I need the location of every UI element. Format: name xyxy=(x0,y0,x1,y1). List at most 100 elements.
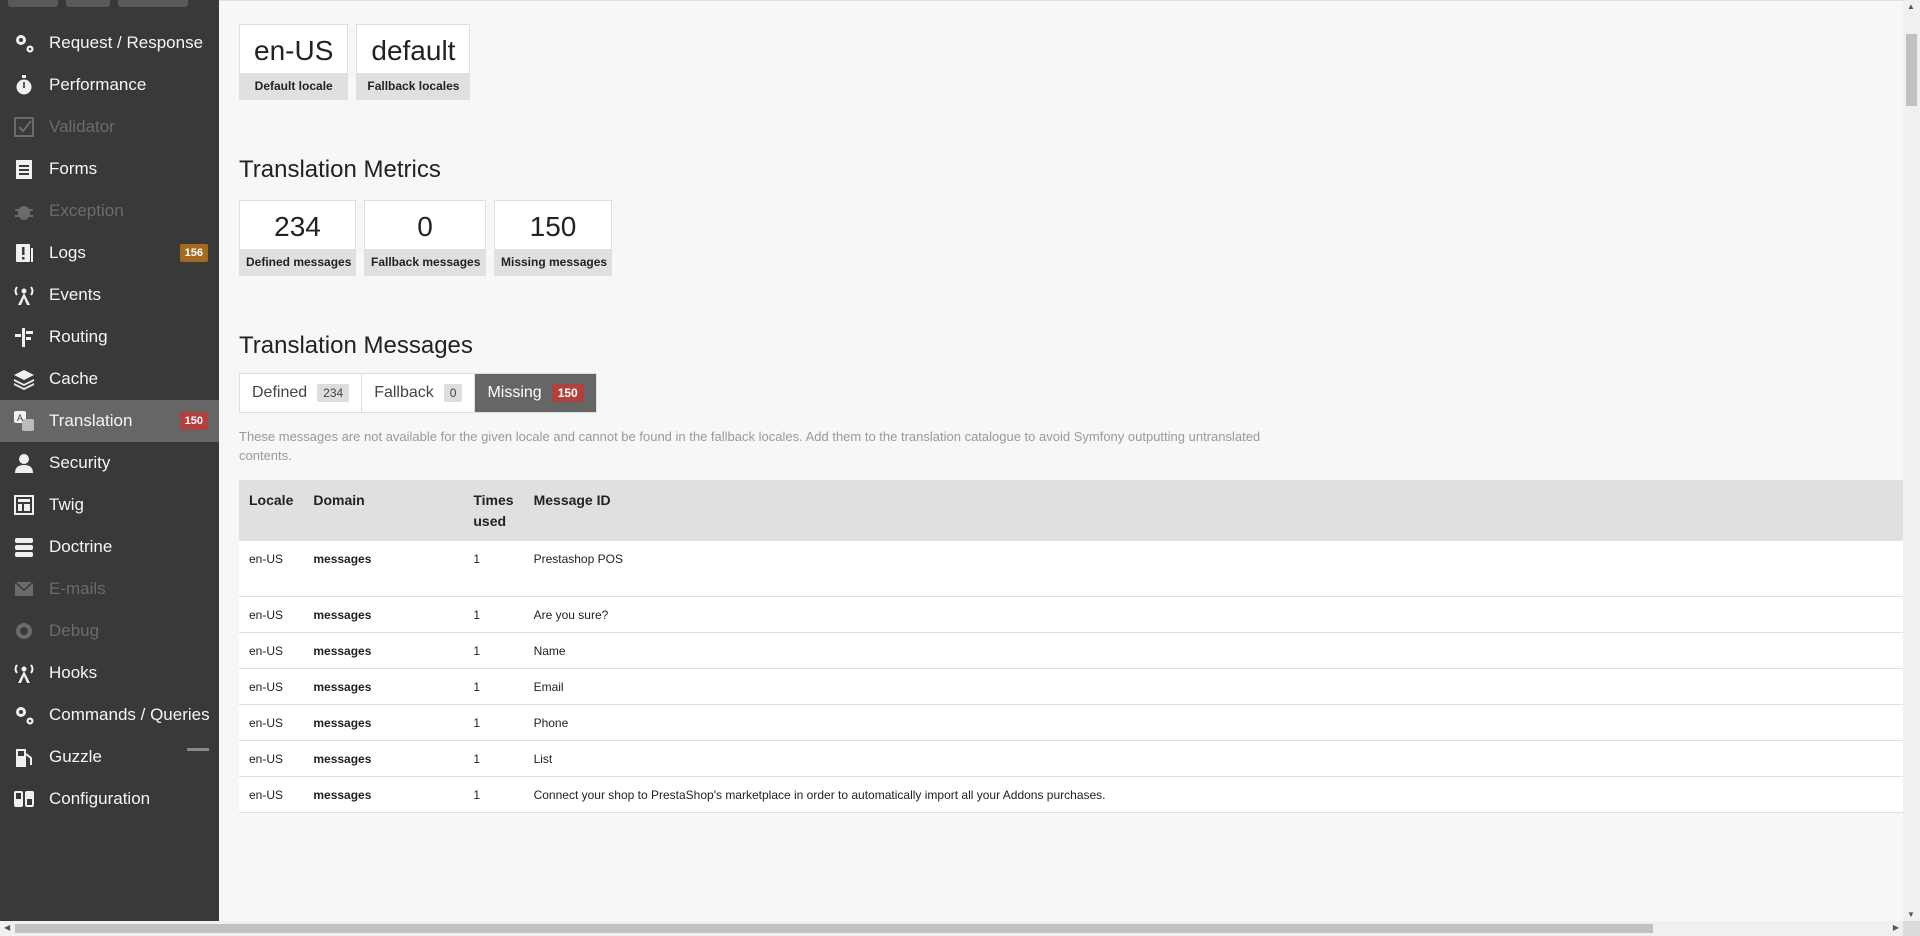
translation-metrics: 234 Defined messages 0 Fallback messages… xyxy=(239,200,612,276)
cell-message-id: Prestashop POS xyxy=(523,541,1903,597)
scroll-down-arrow-icon[interactable]: ▼ xyxy=(1907,910,1915,919)
sidebar-item-validator: Validator xyxy=(0,106,219,148)
sidebar-item-guzzle[interactable]: Guzzle xyxy=(0,736,219,778)
cell-times-used: 1 xyxy=(463,740,524,777)
tab-badge: 150 xyxy=(551,384,584,402)
sidebar-item-hooks[interactable]: Hooks xyxy=(0,652,219,694)
sidebar-item-label: Translation xyxy=(49,411,133,430)
horizontal-scroll-thumb[interactable] xyxy=(15,924,1653,933)
top-button[interactable] xyxy=(66,0,110,7)
vertical-scroll-thumb[interactable] xyxy=(1906,34,1917,106)
fallback-messages-value: 0 xyxy=(417,211,433,242)
cell-locale: en-US xyxy=(239,704,304,741)
table-row: en-US messages 1 Connect your shop to Prest… xyxy=(239,776,1903,813)
column-header-domain: Domain xyxy=(303,480,464,541)
tab-fallback[interactable]: Fallback 0 xyxy=(362,374,476,412)
bug-icon xyxy=(11,198,37,224)
table-row: en-US messages 1 Name xyxy=(239,632,1903,669)
top-button[interactable] xyxy=(118,0,188,7)
cell-message-id: Connect your shop to PrestaShop's market… xyxy=(523,776,1903,813)
cell-domain: messages xyxy=(303,776,464,813)
cell-locale: en-US xyxy=(239,740,304,777)
table-row: en-US messages 1 List xyxy=(239,740,1903,777)
defined-messages-label: Defined messages xyxy=(240,249,355,275)
table-row: en-US messages 1 Phone xyxy=(239,704,1903,741)
route-icon xyxy=(11,324,37,350)
sidebar-item-forms[interactable]: Forms xyxy=(0,148,219,190)
sidebar-item-request-response[interactable]: Request / Response xyxy=(0,22,219,64)
checkbox-icon xyxy=(11,114,37,140)
sidebar-item-label: Cache xyxy=(49,369,99,388)
form-icon xyxy=(11,156,37,182)
sidebar-item-doctrine[interactable]: Doctrine xyxy=(0,526,219,568)
sidebar-item-cache[interactable]: Cache xyxy=(0,358,219,400)
tab-label: Defined xyxy=(252,384,308,401)
stopwatch-icon xyxy=(11,72,37,98)
fallback-messages-metric: 0 Fallback messages xyxy=(364,200,486,276)
cell-times-used: 1 xyxy=(463,668,524,705)
sidebar-item-routing[interactable]: Routing xyxy=(0,316,219,358)
defined-messages-value: 234 xyxy=(274,211,321,242)
sidebar-item-performance[interactable]: Performance xyxy=(0,64,219,106)
sidebar-item-e-mails: E-mails xyxy=(0,568,219,610)
cell-message-id: Are you sure? xyxy=(523,596,1903,633)
scroll-up-arrow-icon[interactable]: ▲ xyxy=(1907,2,1915,11)
top-button[interactable] xyxy=(8,0,58,7)
horizontal-scrollbar[interactable]: ◀ ▶ xyxy=(0,921,1903,936)
sidebar-item-label: Validator xyxy=(49,117,115,136)
cell-times-used: 1 xyxy=(463,776,524,813)
metrics-title: Translation Metrics xyxy=(239,156,441,183)
sidebar-item-configuration[interactable]: Configuration xyxy=(0,778,219,820)
missing-messages-label: Missing messages xyxy=(495,249,611,275)
translate-icon: A xyxy=(11,408,37,434)
sidebar-item-label: Exception xyxy=(49,201,124,220)
tab-missing[interactable]: Missing 150 xyxy=(475,374,596,412)
locale-metrics: en-US Default locale default Fallback lo… xyxy=(239,24,471,100)
count-badge: 156 xyxy=(179,244,208,262)
log-icon xyxy=(11,240,37,266)
sidebar-top-buttons[interactable] xyxy=(8,0,188,8)
default-locale-label: Default locale xyxy=(240,73,348,99)
count-badge: 150 xyxy=(179,412,208,430)
template-icon xyxy=(11,492,37,518)
sidebar-item-logs[interactable]: Logs 156 xyxy=(0,232,219,274)
sidebar-item-label: Twig xyxy=(49,495,84,514)
cell-locale: en-US xyxy=(239,776,304,813)
scrollbar-corner xyxy=(1903,921,1920,936)
sidebar-item-events[interactable]: Events xyxy=(0,274,219,316)
scroll-right-arrow-icon[interactable]: ▶ xyxy=(1893,923,1899,932)
cell-locale: en-US xyxy=(239,596,304,633)
cell-domain: messages xyxy=(303,632,464,669)
sidebar-item-translation[interactable]: A Translation 150 xyxy=(0,400,219,442)
cell-message-id: Phone xyxy=(523,704,1903,741)
scroll-left-arrow-icon[interactable]: ◀ xyxy=(4,923,10,932)
cell-times-used: 1 xyxy=(463,632,524,669)
table-row: en-US messages 1 Prestashop POS xyxy=(239,541,1903,597)
sidebar-item-label: Events xyxy=(49,285,101,304)
tab-defined[interactable]: Defined 234 xyxy=(240,374,363,412)
vertical-scrollbar[interactable]: ▲ ▼ xyxy=(1903,0,1920,921)
sidebar-item-commands-queries[interactable]: Commands / Queries xyxy=(0,694,219,736)
sidebar-item-label: Hooks xyxy=(49,663,98,682)
sidebar-item-label: Commands / Queries xyxy=(49,705,210,724)
sidebar-item-label: Security xyxy=(49,453,111,472)
gears-icon xyxy=(11,30,37,56)
sidebar-item-label: Performance xyxy=(49,75,147,94)
cell-domain: messages xyxy=(303,704,464,741)
missing-help-text: These messages are not available for the… xyxy=(239,429,1261,463)
tab-label: Fallback xyxy=(374,384,434,401)
gears-icon xyxy=(11,702,37,728)
sidebar-item-twig[interactable]: Twig xyxy=(0,484,219,526)
missing-messages-table: Locale Domain Times used Message ID en-U… xyxy=(239,480,1903,813)
column-header-message-id: Message ID xyxy=(523,480,1903,541)
cell-times-used: 1 xyxy=(463,541,524,597)
fallback-messages-label: Fallback messages xyxy=(365,249,485,275)
sidebar-item-label: E-mails xyxy=(49,579,106,598)
table-row: en-US messages 1 Email xyxy=(239,668,1903,705)
fallback-locales-label: Fallback locales xyxy=(357,73,470,99)
sidebar-item-security[interactable]: Security xyxy=(0,442,219,484)
database-icon xyxy=(11,534,37,560)
cell-message-id: Email xyxy=(523,668,1903,705)
antenna-icon xyxy=(11,660,37,686)
cell-domain: messages xyxy=(303,740,464,777)
